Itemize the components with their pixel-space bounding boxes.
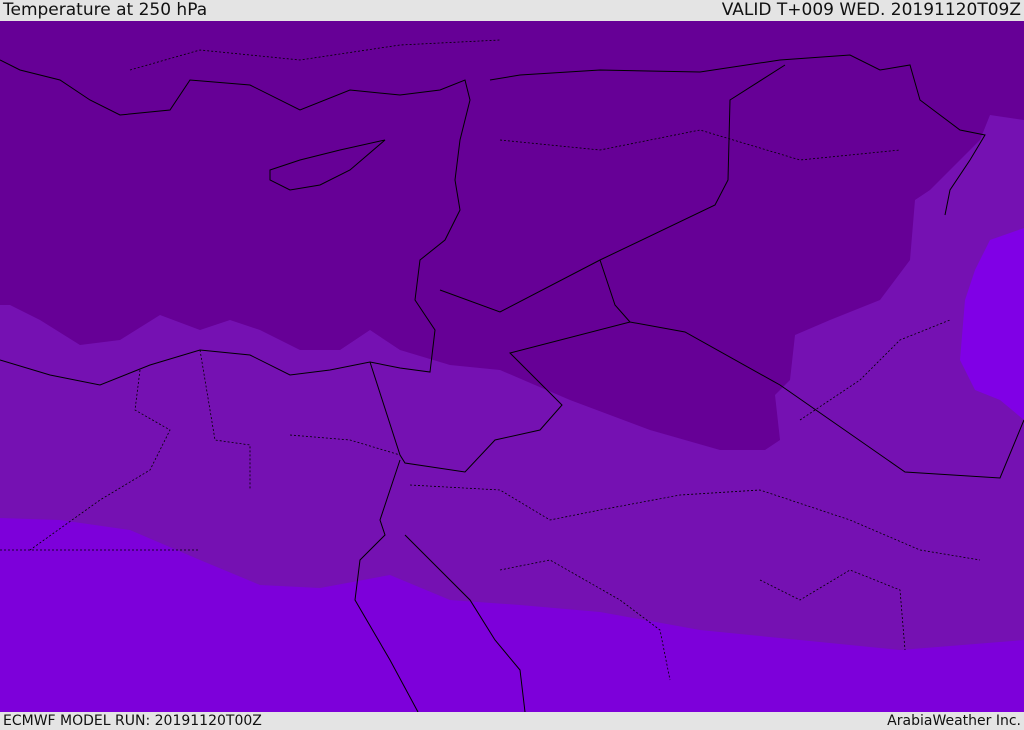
header-bar: Temperature at 250 hPa VALID T+009 WED. … [0, 0, 1024, 21]
valid-time: VALID T+009 WED. 20191120T09Z [721, 0, 1021, 20]
model-run: ECMWF MODEL RUN: 20191120T00Z [3, 713, 262, 729]
credit: ArabiaWeather Inc. [887, 713, 1021, 729]
temperature-map [0, 21, 1024, 712]
map-title: Temperature at 250 hPa [3, 0, 208, 20]
footer-bar: ECMWF MODEL RUN: 20191120T00Z ArabiaWeat… [0, 712, 1024, 729]
